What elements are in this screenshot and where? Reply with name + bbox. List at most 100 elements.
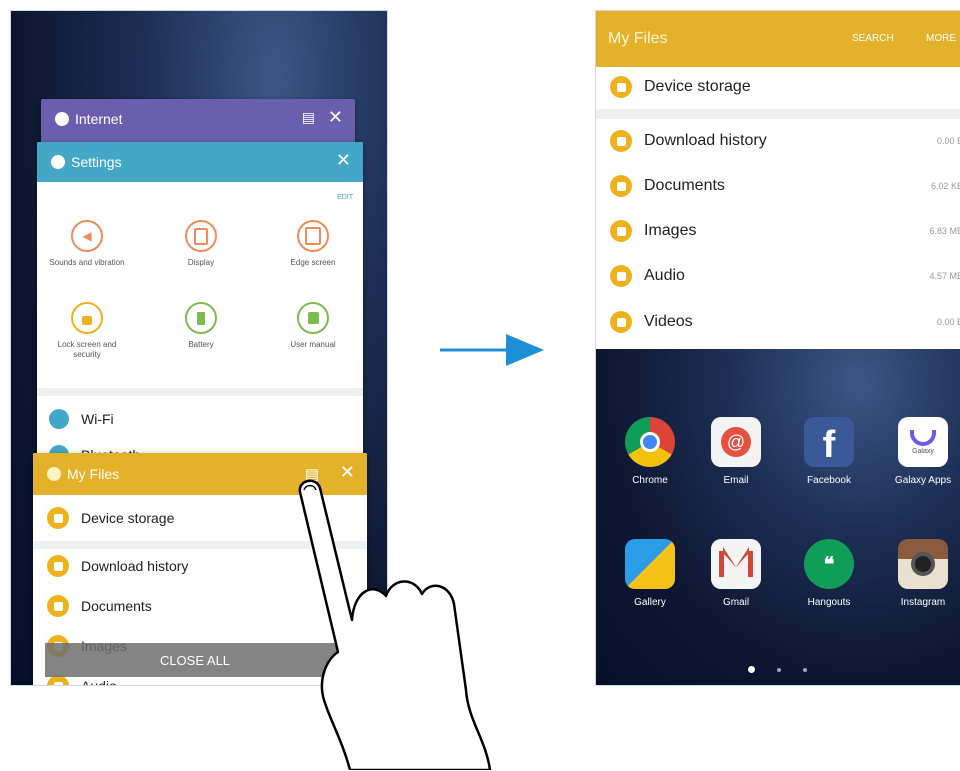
- app-facebook[interactable]: f Facebook: [789, 417, 869, 486]
- display-icon: [185, 220, 217, 252]
- right-screen: My Files SEARCH MORE Device storage Down…: [595, 10, 960, 686]
- list-item-label: Device storage: [81, 510, 175, 526]
- app-label: Gallery: [634, 597, 666, 608]
- device-storage-item[interactable]: Device storage: [596, 71, 960, 103]
- myfiles-app-bar: My Files SEARCH MORE: [596, 11, 960, 67]
- page-dot-active: [748, 666, 755, 673]
- chrome-icon: [625, 417, 675, 467]
- file-size: 0.00 B: [936, 136, 960, 146]
- images-icon: [610, 220, 632, 242]
- file-size: 0.00 B: [936, 317, 960, 327]
- list-item-label: Documents: [81, 598, 152, 614]
- list-item-label: Images: [644, 222, 697, 239]
- edge-screen-icon: [297, 220, 329, 252]
- settings-gear-icon: [51, 155, 65, 169]
- divider: [37, 388, 363, 396]
- documents-icon: [610, 175, 632, 197]
- device-storage-icon: [47, 507, 69, 529]
- documents-icon: [47, 595, 69, 617]
- galaxy-apps-icon: Galaxy: [898, 417, 948, 467]
- settings-item-edge-screen[interactable]: Edge screen: [265, 220, 361, 268]
- hand-pointer-illustration: [298, 479, 492, 770]
- list-item-label: Device storage: [644, 78, 751, 95]
- email-icon: @: [711, 417, 761, 467]
- list-item-label: Documents: [644, 177, 725, 194]
- settings-item-display[interactable]: Display: [153, 220, 249, 268]
- list-item-label: Audio: [644, 267, 685, 284]
- app-label: Facebook: [807, 475, 851, 486]
- download-history-icon: [47, 555, 69, 577]
- list-item-label: Download history: [81, 558, 189, 574]
- close-icon[interactable]: ✕: [336, 150, 351, 171]
- settings-card-title: Settings: [71, 154, 122, 170]
- gmail-icon: [711, 539, 761, 589]
- videos-icon: [610, 311, 632, 333]
- internet-card-title: Internet: [75, 111, 123, 127]
- lock-icon: [71, 302, 103, 334]
- page-dot: [777, 667, 781, 672]
- page-indicator: [748, 666, 807, 673]
- settings-list-wifi[interactable]: Wi-Fi: [37, 404, 363, 434]
- app-label: Chrome: [632, 475, 668, 486]
- close-icon[interactable]: ✕: [328, 107, 343, 128]
- settings-item-label: Sounds and vibration: [49, 258, 125, 267]
- settings-item-label: Edge screen: [290, 258, 336, 267]
- split-screen-icon[interactable]: ▤: [302, 109, 315, 126]
- list-item[interactable]: Images 6.83 MB: [596, 215, 960, 247]
- edit-button[interactable]: EDIT: [337, 194, 353, 201]
- gallery-icon: [625, 539, 675, 589]
- app-label: Instagram: [900, 597, 946, 608]
- list-item[interactable]: Videos 0.00 B: [596, 306, 960, 338]
- internet-icon: [55, 112, 69, 126]
- device-storage-icon: [610, 76, 632, 98]
- myfiles-icon: [47, 467, 61, 481]
- download-history-icon: [610, 130, 632, 152]
- app-instagram[interactable]: Instagram: [883, 539, 960, 608]
- settings-recent-card[interactable]: Settings ✕ EDIT ◀ Sounds and vibration D…: [37, 142, 363, 482]
- settings-item-lock-screen[interactable]: Lock screen and security: [39, 302, 135, 360]
- app-chrome[interactable]: Chrome: [610, 417, 690, 486]
- settings-item-label: Display: [187, 258, 215, 267]
- audio-icon: [610, 265, 632, 287]
- file-size: 6.83 MB: [929, 226, 960, 236]
- wifi-icon: [49, 409, 69, 429]
- app-label: Galaxy Apps: [894, 475, 952, 486]
- settings-item-user-manual[interactable]: User manual: [265, 302, 361, 350]
- speaker-icon: ◀: [71, 220, 103, 252]
- settings-item-battery[interactable]: Battery: [153, 302, 249, 350]
- transition-arrow-icon: [440, 334, 544, 366]
- more-button[interactable]: MORE: [926, 33, 956, 44]
- app-label: Gmail: [722, 597, 750, 608]
- list-item[interactable]: Documents 6.02 KB: [596, 170, 960, 202]
- settings-item-label: Lock screen and security: [57, 340, 117, 359]
- close-all-label: CLOSE ALL: [159, 652, 231, 668]
- facebook-icon: f: [804, 417, 854, 467]
- list-item[interactable]: Audio 4.57 MB: [596, 260, 960, 292]
- home-screen: Chrome @ Email f Facebook Galaxy Galaxy …: [596, 349, 960, 685]
- settings-list-label: Wi-Fi: [81, 411, 114, 427]
- settings-card-header: Settings: [37, 142, 363, 182]
- settings-item-label: Battery: [188, 340, 214, 349]
- page-dot: [803, 667, 807, 672]
- page-title: My Files: [608, 30, 668, 47]
- search-button[interactable]: SEARCH: [852, 33, 894, 44]
- settings-item-sounds[interactable]: ◀ Sounds and vibration: [39, 220, 135, 268]
- app-gallery[interactable]: Gallery: [610, 539, 690, 608]
- hangouts-icon: ❝: [804, 539, 854, 589]
- settings-item-label: User manual: [290, 340, 336, 349]
- myfiles-card-title: My Files: [67, 466, 120, 482]
- app-email[interactable]: @ Email: [696, 417, 776, 486]
- divider: [596, 109, 960, 119]
- app-galaxy-apps[interactable]: Galaxy Galaxy Apps: [883, 417, 960, 486]
- list-item-label: Videos: [644, 313, 693, 330]
- list-item[interactable]: Download history 0.00 B: [596, 125, 960, 157]
- battery-icon: [185, 302, 217, 334]
- app-hangouts[interactable]: ❝ Hangouts: [789, 539, 869, 608]
- app-label: Email: [723, 475, 749, 486]
- list-item-label: Audio: [81, 678, 117, 686]
- app-label: Hangouts: [807, 597, 851, 608]
- instagram-icon: [898, 539, 948, 589]
- manual-icon: [297, 302, 329, 334]
- app-gmail[interactable]: Gmail: [696, 539, 776, 608]
- file-size: 6.02 KB: [930, 181, 960, 191]
